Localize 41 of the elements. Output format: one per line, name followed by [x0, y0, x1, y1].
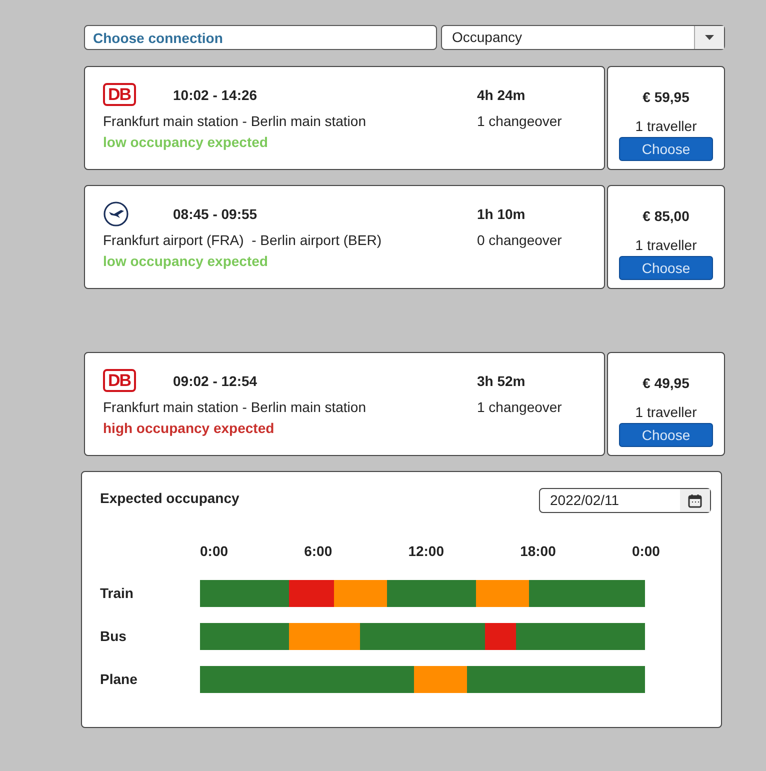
panel-title: Expected occupancy: [100, 489, 240, 508]
date-field[interactable]: 2022/02/11: [539, 488, 711, 513]
departure-arrival-times: 09:02 - 12:54: [173, 372, 258, 390]
hour-label: 12:00: [408, 542, 444, 561]
price: € 49,95: [642, 374, 690, 393]
transport-label: Train: [100, 584, 134, 603]
occupancy-status: high occupancy expected: [103, 419, 276, 438]
route: Frankfurt main station - Berlin main station: [103, 398, 367, 417]
rail-logo: DB: [103, 368, 136, 392]
choose-button[interactable]: Choose: [619, 423, 713, 447]
price: € 59,95: [642, 88, 690, 107]
connection-field[interactable]: Choose connection: [84, 25, 437, 50]
calendar-icon: [688, 494, 702, 508]
duration: 1h 10m: [477, 204, 526, 224]
crane-logo-icon: [103, 201, 129, 227]
occupancy-status: low occupancy expected: [103, 133, 269, 152]
duration: 4h 24m: [477, 86, 526, 104]
occupancy-select[interactable]: Occupancy: [441, 25, 725, 50]
occupancy-status: low occupancy expected: [103, 252, 269, 271]
choose-button[interactable]: Choose: [619, 256, 713, 280]
choose-button[interactable]: Choose: [619, 137, 713, 161]
transport-label: Bus: [100, 627, 128, 646]
hour-label: 6:00: [304, 542, 332, 561]
departure-arrival-times: 08:45 - 09:55: [173, 204, 258, 224]
transport-label: Plane: [100, 670, 138, 689]
traveller-count: 1 traveller: [635, 236, 697, 255]
route: Frankfurt airport (FRA) - Berlin airport (BER): [103, 231, 382, 250]
changeovers: 0 changeover: [477, 231, 562, 250]
hour-label: 0:00: [200, 542, 228, 561]
departure-arrival-times: 10:02 - 14:26: [173, 86, 258, 104]
route: Frankfurt main station - Berlin main station: [103, 112, 367, 131]
traveller-count: 1 traveller: [635, 403, 697, 422]
changeovers: 1 changeover: [477, 398, 562, 417]
hour-label: 0:00: [632, 542, 660, 561]
caret-icon: [705, 35, 714, 40]
duration: 3h 52m: [477, 372, 526, 390]
rail-logo: DB: [103, 82, 136, 106]
price: € 85,00: [642, 207, 690, 226]
changeovers: 1 changeover: [477, 112, 562, 131]
traveller-count: 1 traveller: [635, 117, 697, 136]
hour-label: 18:00: [520, 542, 556, 561]
